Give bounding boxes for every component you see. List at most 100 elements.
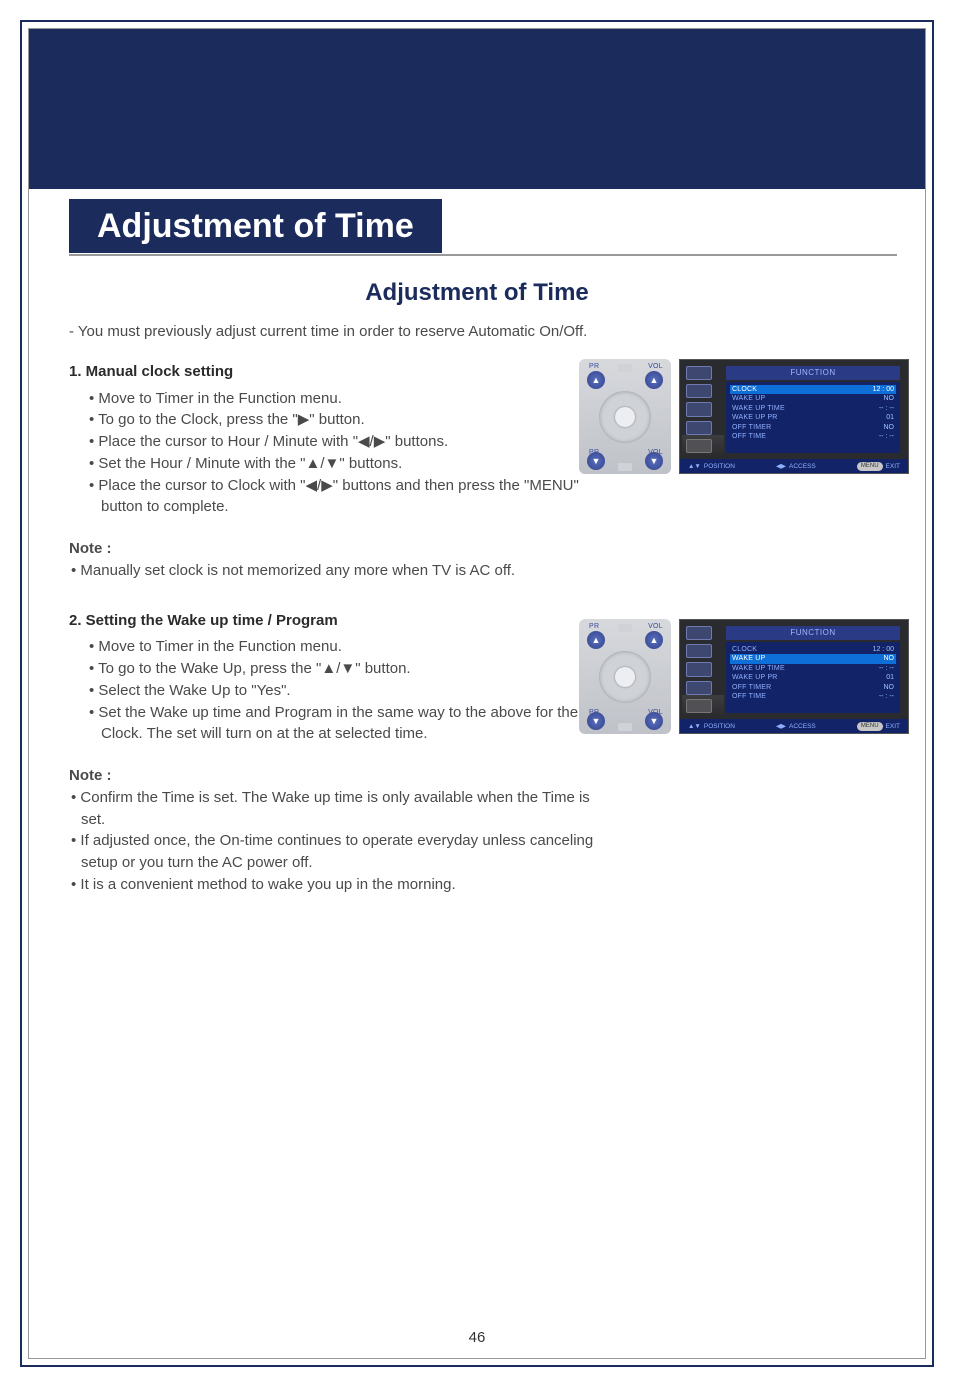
osd-sidebar-icon bbox=[686, 662, 712, 676]
osd-footer-access-label: ACCESS bbox=[789, 723, 816, 730]
remote-book-bottom-icon bbox=[618, 723, 632, 731]
outer-frame: Adjustment of Time Adjustment of Time - … bbox=[20, 20, 934, 1367]
bullet: • Move to Timer in the Function menu. bbox=[89, 636, 599, 658]
header-band bbox=[29, 29, 925, 189]
osd-footer-position-label: POSITION bbox=[704, 723, 735, 730]
bullet: • Place the cursor to Clock with "◀/▶" b… bbox=[89, 475, 599, 519]
note-bullet: • Confirm the Time is set. The Wake up t… bbox=[69, 787, 599, 831]
osd-row-label: OFF TIMER bbox=[732, 423, 771, 432]
osd-row-label: WAKE UP PR bbox=[732, 673, 778, 682]
osd-footer: ▲▼ POSITION ◀▶ ACCESS MENU EXIT bbox=[680, 459, 908, 473]
remote-dpad-knob bbox=[599, 651, 651, 703]
osd-footer-access-label: ACCESS bbox=[789, 463, 816, 470]
osd-row: OFF TIMER NO bbox=[730, 423, 896, 432]
remote-book-top-icon bbox=[618, 364, 632, 372]
osd-row-value: NO bbox=[884, 423, 895, 432]
osd-row-value: -- : -- bbox=[879, 664, 894, 673]
remote-label-vol: VOL bbox=[648, 363, 663, 370]
osd-row-label: OFF TIMER bbox=[732, 683, 771, 692]
remote-up-button: ▲ bbox=[587, 371, 605, 389]
remote-down-button-right: ▼ bbox=[645, 712, 663, 730]
osd-row-value: NO bbox=[884, 654, 895, 663]
section2-bullets: • Move to Timer in the Function menu. • … bbox=[69, 636, 599, 745]
osd-footer-exit-label: EXIT bbox=[886, 463, 900, 470]
osd-row: WAKE UP PR01 bbox=[730, 413, 896, 422]
osd-row-value: NO bbox=[884, 394, 895, 403]
osd-sidebar-icon bbox=[686, 644, 712, 658]
osd-row-label: WAKE UP TIME bbox=[732, 404, 785, 413]
osd-row-label: OFF TIME bbox=[732, 432, 766, 441]
remote-pad-illustration: PR VOL PR VOL MENU ▲ ▲ ▼ ▼ bbox=[579, 359, 671, 474]
section2-heading: 2. Setting the Wake up time / Program bbox=[69, 610, 599, 632]
remote-down-button: ▼ bbox=[587, 712, 605, 730]
section1-bullets: • Move to Timer in the Function menu. • … bbox=[69, 388, 599, 519]
osd-footer-position: ▲▼ POSITION bbox=[688, 463, 735, 470]
osd-sidebar-icon bbox=[686, 366, 712, 380]
osd-row-label: WAKE UP TIME bbox=[732, 664, 785, 673]
osd-row: OFF TIME -- : -- bbox=[730, 692, 896, 701]
remote-pad-illustration: PR VOL PR VOL MENU ▲ ▲ ▼ ▼ bbox=[579, 619, 671, 734]
osd-header: FUNCTION bbox=[726, 626, 900, 640]
osd-sidebar bbox=[686, 626, 722, 713]
osd-footer-exit: MENU EXIT bbox=[857, 722, 900, 731]
osd-row-value: 12 : 00 bbox=[873, 645, 894, 654]
osd-row-label: CLOCK bbox=[732, 385, 757, 394]
remote-label-pr: PR bbox=[589, 623, 599, 630]
remote-up-button-right: ▲ bbox=[645, 631, 663, 649]
osd-menu-pill: MENU bbox=[857, 462, 883, 471]
osd-row-value: -- : -- bbox=[879, 692, 894, 701]
osd-row: OFF TIMER NO bbox=[730, 683, 896, 692]
osd-row-value: -- : -- bbox=[879, 404, 894, 413]
osd-row: WAKE UP TIME -- : -- bbox=[730, 404, 896, 413]
chapter-title-row: Adjustment of Time bbox=[69, 199, 442, 253]
osd-sidebar-icon bbox=[686, 421, 712, 435]
section-subheading: Adjustment of Time bbox=[29, 279, 925, 307]
osd-sidebar-icon bbox=[686, 626, 712, 640]
osd-footer-exit: MENU EXIT bbox=[857, 462, 900, 471]
osd-sidebar-icon bbox=[686, 681, 712, 695]
osd-footer-access: ◀▶ ACCESS bbox=[776, 722, 816, 730]
osd-footer: ▲▼ POSITION ◀▶ ACCESS MENU EXIT bbox=[680, 719, 908, 733]
osd-row-label: WAKE UP bbox=[732, 654, 765, 663]
osd-row: OFF TIME -- : -- bbox=[730, 432, 896, 441]
bullet: • Select the Wake Up to "Yes". bbox=[89, 680, 599, 702]
figure-group-1: PR VOL PR VOL MENU ▲ ▲ ▼ ▼ FUNCTION bbox=[579, 359, 909, 474]
remote-book-bottom-icon bbox=[618, 463, 632, 471]
lede-text: - You must previously adjust current tim… bbox=[69, 321, 897, 343]
osd-row: WAKE UP NO bbox=[730, 394, 896, 403]
left-column: 1. Manual clock setting • Move to Timer … bbox=[69, 361, 599, 896]
osd-footer-position-label: POSITION bbox=[704, 463, 735, 470]
osd-row-value: 12 : 00 bbox=[873, 385, 894, 394]
note-bullet: • It is a convenient method to wake you … bbox=[69, 874, 599, 896]
osd-row-value: -- : -- bbox=[879, 432, 894, 441]
osd-row-value: 01 bbox=[886, 413, 894, 422]
section2-note-heading: Note : bbox=[69, 765, 599, 787]
osd-row-label: OFF TIME bbox=[732, 692, 766, 701]
remote-book-top-icon bbox=[618, 624, 632, 632]
osd-menu-body: CLOCK 12 : 00 WAKE UP NO WAKE UP TIME -- : --… bbox=[726, 382, 900, 453]
osd-screenshot-1: FUNCTION CLOCK12 : 00WAKE UPNOWAKE UP TI… bbox=[679, 359, 909, 474]
osd-menu-pill: MENU bbox=[857, 722, 883, 731]
osd-row: WAKE UP TIME -- : -- bbox=[730, 664, 896, 673]
bullet: • Place the cursor to Hour / Minute with… bbox=[89, 431, 599, 453]
osd-row-label: CLOCK bbox=[732, 645, 757, 654]
page-number: 46 bbox=[29, 1329, 925, 1346]
osd-row-label: WAKE UP bbox=[732, 394, 765, 403]
bullet: • Move to Timer in the Function menu. bbox=[89, 388, 599, 410]
osd-sidebar-icon bbox=[686, 402, 712, 416]
inner-frame: Adjustment of Time Adjustment of Time - … bbox=[28, 28, 926, 1359]
title-underline bbox=[69, 254, 897, 256]
bullet: • To go to the Clock, press the "▶" butt… bbox=[89, 409, 599, 431]
osd-row: CLOCK 12 : 00 bbox=[730, 385, 896, 394]
section1-heading: 1. Manual clock setting bbox=[69, 361, 599, 383]
osd-header: FUNCTION bbox=[726, 366, 900, 380]
chapter-title: Adjustment of Time bbox=[69, 199, 442, 253]
note-bullet: • If adjusted once, the On-time continue… bbox=[69, 830, 599, 874]
osd-sidebar-icon bbox=[686, 384, 712, 398]
osd-row: CLOCK 12 : 00 bbox=[730, 645, 896, 654]
osd-row-value: NO bbox=[884, 683, 895, 692]
osd-screenshot-2: FUNCTION CLOCK12 : 00WAKE UPNOWAKE UP TI… bbox=[679, 619, 909, 734]
note-bullet: • Manually set clock is not memorized an… bbox=[69, 560, 599, 582]
remote-up-button: ▲ bbox=[587, 631, 605, 649]
bullet: • To go to the Wake Up, press the "▲/▼" … bbox=[89, 658, 599, 680]
